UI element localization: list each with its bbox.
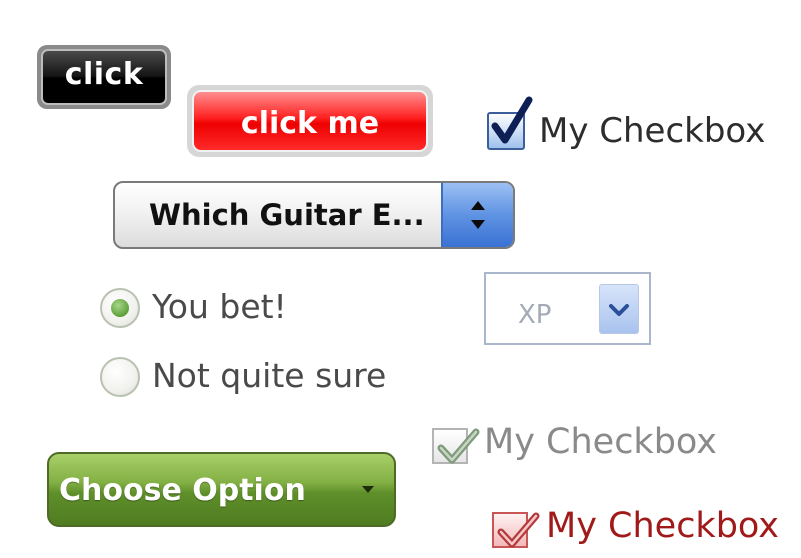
- guitar-select-value: Which Guitar E...: [149, 198, 425, 232]
- checkbox-blue-box[interactable]: [487, 96, 533, 150]
- choose-option-button[interactable]: Choose Option: [47, 452, 396, 527]
- checkmark-icon: [497, 512, 540, 548]
- click-me-button[interactable]: click me: [187, 85, 433, 157]
- radio-not-quite-sure-label: Not quite sure: [152, 356, 387, 395]
- click-button-label: click: [64, 57, 144, 92]
- caret-down-icon: [362, 486, 374, 493]
- choose-option-label: Choose Option: [59, 473, 306, 508]
- guitar-select[interactable]: Which Guitar E...: [113, 181, 515, 249]
- checkbox-grey-box[interactable]: [432, 428, 480, 464]
- chevron-down-icon[interactable]: [599, 284, 639, 334]
- radio-selected-dot: [111, 299, 129, 317]
- checkbox-grey-label: My Checkbox: [484, 422, 717, 462]
- radio-not-quite-sure[interactable]: [100, 357, 140, 397]
- checkbox-blue-label: My Checkbox: [539, 111, 766, 151]
- click-button[interactable]: click: [37, 45, 171, 109]
- checkbox-red-label: My Checkbox: [546, 506, 779, 546]
- os-select-value: XP: [518, 300, 552, 330]
- checkbox-red-box[interactable]: [492, 512, 540, 548]
- radio-you-bet-label: You bet!: [152, 287, 287, 326]
- os-select[interactable]: XP: [484, 272, 651, 345]
- checkmark-icon: [491, 96, 533, 144]
- up-down-arrows-icon[interactable]: [441, 183, 513, 247]
- click-me-button-label: click me: [240, 106, 380, 141]
- click-button-face: click: [41, 49, 167, 105]
- checkmark-icon: [437, 428, 480, 464]
- click-me-button-face: click me: [192, 90, 428, 152]
- radio-you-bet[interactable]: [100, 288, 140, 328]
